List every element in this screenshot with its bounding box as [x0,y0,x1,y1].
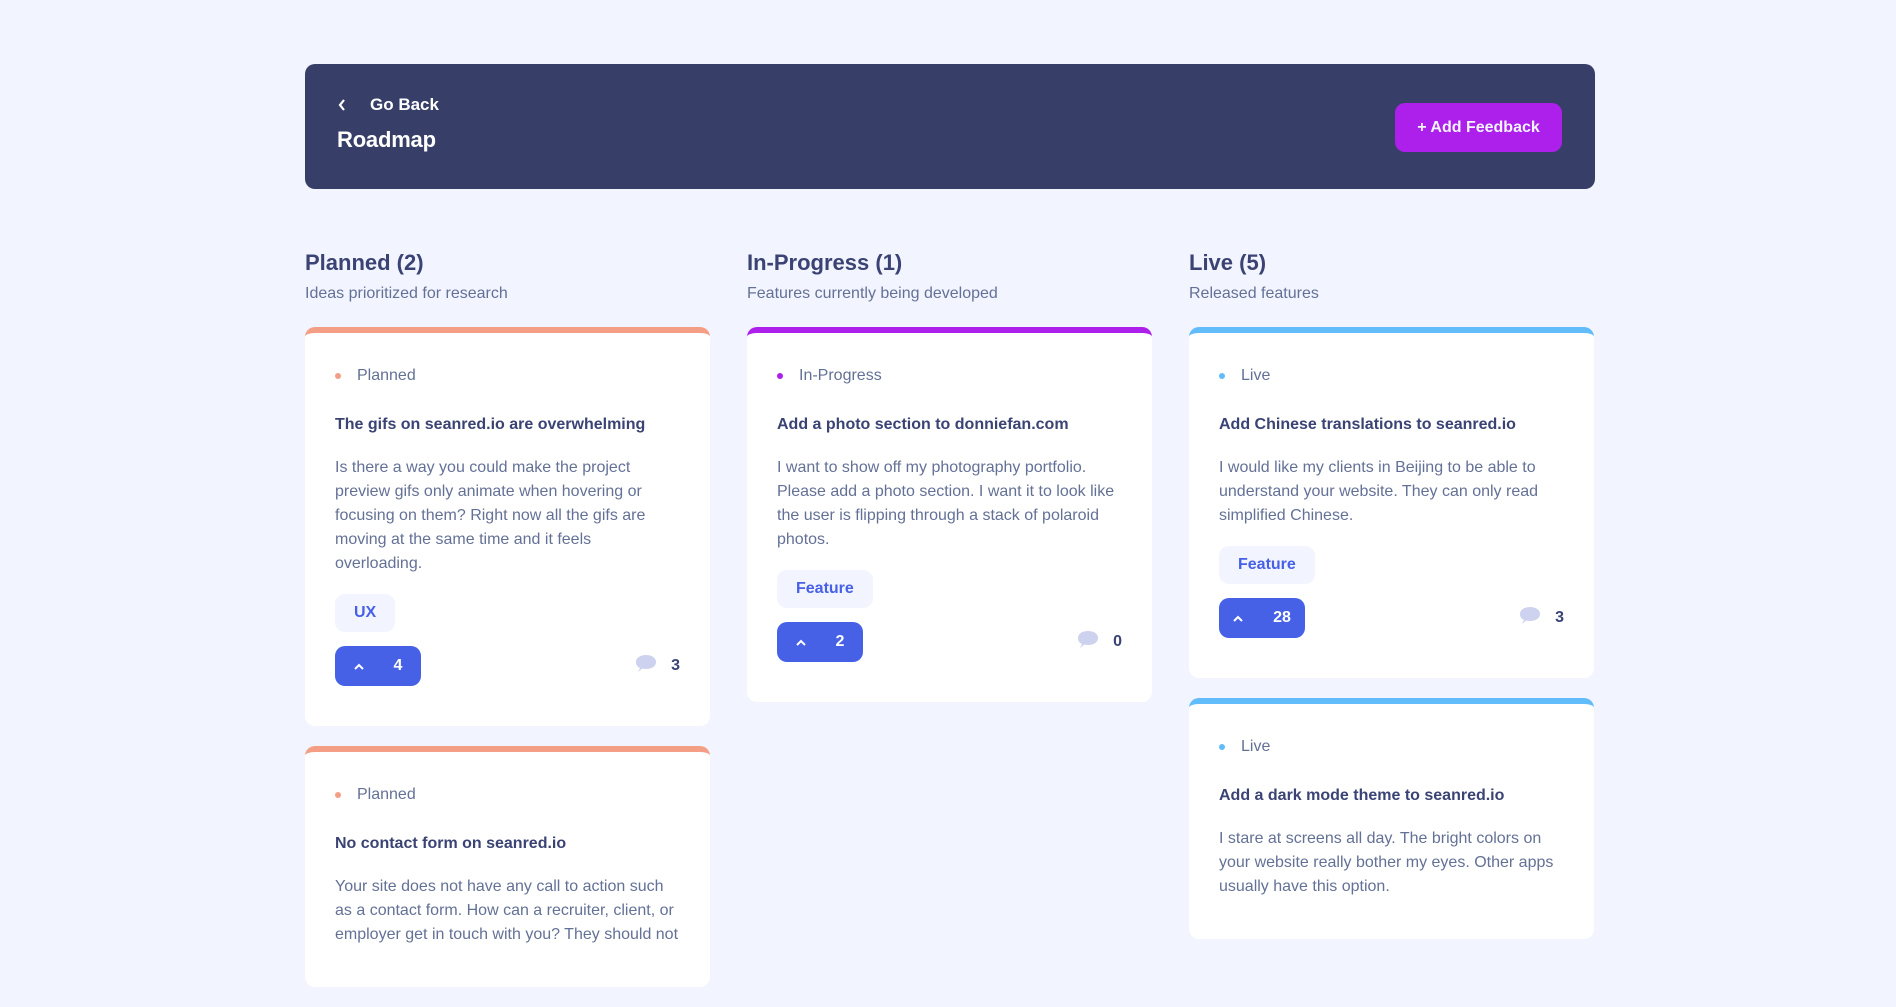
chevron-up-icon [353,657,364,675]
card-title[interactable]: Add a photo section to donniefan.com [777,416,1122,434]
roadmap-card[interactable]: Planned The gifs on seanred.io are overw… [305,327,710,726]
status-text: Planned [357,786,416,803]
upvote-button[interactable]: 28 [1219,598,1305,638]
upvote-button[interactable]: 4 [335,646,421,686]
roadmap-columns: Planned (2) Ideas prioritized for resear… [305,250,1595,1007]
status-text: Live [1241,738,1271,755]
comment-bubble-icon [1077,630,1099,654]
status-text: Live [1241,367,1271,384]
page-title: Roadmap [337,127,436,152]
status-dot [777,373,783,379]
status-label: Planned [335,367,680,385]
status-dot [335,373,341,379]
roadmap-card[interactable]: Planned No contact form on seanred.io Yo… [305,746,710,987]
roadmap-card[interactable]: In-Progress Add a photo section to donni… [747,327,1152,702]
card-title[interactable]: Add Chinese translations to seanred.io [1219,416,1564,434]
go-back-link[interactable]: Go Back [337,95,439,115]
card-footer: 4 3 [335,646,680,686]
upvote-button[interactable]: 2 [777,622,863,662]
comments-number: 3 [671,657,680,674]
roadmap-header: Go Back Roadmap + Add Feedback [305,64,1595,189]
chevron-left-icon [337,98,347,112]
card-description: I want to show off my photography portfo… [777,459,1115,548]
upvote-count: 2 [835,633,845,650]
status-text: Planned [357,367,416,384]
chevron-up-icon [1233,609,1243,627]
card-description: Your site does not have any call to acti… [335,878,679,943]
comments-number: 0 [1113,633,1122,650]
status-label: In-Progress [777,367,1122,385]
comments-number: 3 [1555,609,1564,626]
category-tag[interactable]: Feature [1219,546,1315,584]
card-description: I would like my clients in Beijing to be… [1219,459,1539,524]
comments-count: 0 [1077,630,1122,654]
add-feedback-button[interactable]: + Add Feedback [1395,103,1562,152]
status-label: Live [1219,738,1564,756]
upvote-count: 4 [393,657,403,674]
column-description: Ideas prioritized for research [305,285,508,302]
status-dot [335,792,341,798]
column-in-progress: In-Progress (1) Features currently being… [747,250,1152,1007]
column-title: Planned (2) [305,250,424,275]
card-footer: 2 0 [777,622,1122,662]
comment-bubble-icon [635,654,657,678]
card-description: Is there a way you could make the projec… [335,459,646,572]
roadmap-page: Go Back Roadmap + Add Feedback Planned (… [305,64,1595,1007]
card-title[interactable]: The gifs on seanred.io are overwhelming [335,416,680,434]
roadmap-card[interactable]: Live Add a dark mode theme to seanred.io… [1189,698,1594,939]
status-dot [1219,744,1225,750]
status-label: Planned [335,786,680,804]
card-footer: 28 3 [1219,598,1564,638]
roadmap-card[interactable]: Live Add Chinese translations to seanred… [1189,327,1594,678]
comment-bubble-icon [1519,606,1541,630]
column-planned: Planned (2) Ideas prioritized for resear… [305,250,710,1007]
status-dot [1219,373,1225,379]
category-tag[interactable]: Feature [777,570,873,608]
column-description: Features currently being developed [747,285,998,302]
category-tag[interactable]: UX [335,594,396,632]
chevron-up-icon [795,633,806,651]
upvote-count: 28 [1273,609,1291,626]
status-text: In-Progress [799,367,882,384]
go-back-label: Go Back [370,95,439,114]
status-label: Live [1219,367,1564,385]
comments-count: 3 [635,654,680,678]
card-title[interactable]: No contact form on seanred.io [335,835,680,853]
column-live: Live (5) Released features Live Add Chin… [1189,250,1594,1007]
card-description: I stare at screens all day. The bright c… [1219,830,1554,895]
column-title: Live (5) [1189,250,1267,275]
column-description: Released features [1189,285,1319,302]
comments-count: 3 [1519,606,1564,630]
card-title[interactable]: Add a dark mode theme to seanred.io [1219,787,1564,805]
column-title: In-Progress (1) [747,250,903,275]
